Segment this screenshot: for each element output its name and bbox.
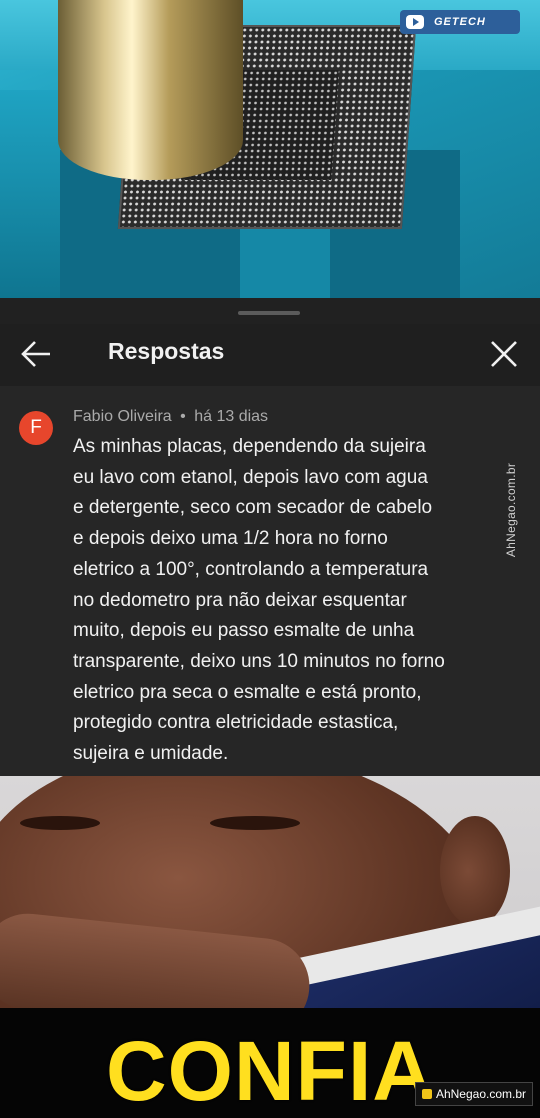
comment-line: no dedometro pra não deixar esquentar	[73, 589, 407, 611]
meme-ear	[440, 816, 510, 926]
bottom-watermark: AhNegao.com.br	[414, 1082, 533, 1106]
comment-line: eletrico pra seca o esmalte e está pront…	[73, 681, 422, 703]
close-button[interactable]	[484, 334, 524, 374]
comment-line: protegido contra eletricidade estastica,	[73, 712, 399, 734]
arrow-left-icon	[21, 341, 50, 367]
comment-line: sujeira e umidade.	[73, 743, 229, 765]
hot-air-nozzle	[58, 0, 243, 180]
back-button[interactable]	[16, 334, 56, 374]
side-watermark-text: AhNegao.com.br	[504, 462, 518, 558]
comment-time: há 13 dias	[194, 408, 269, 425]
comment: F Fabio Oliveira • há 13 dias As minhas …	[0, 386, 540, 776]
meta-separator: •	[180, 408, 186, 425]
comment-author[interactable]: Fabio Oliveira	[73, 408, 172, 425]
panel-header: Respostas	[0, 324, 540, 386]
replies-panel: Respostas F Fabio Oliveira • há 13 dias …	[0, 298, 540, 776]
comment-line: As minhas placas, dependendo da sujeira	[73, 436, 426, 457]
channel-badge-text: GETECH	[434, 16, 486, 28]
comment-meta: Fabio Oliveira • há 13 dias	[73, 408, 268, 426]
side-watermark: AhNegao.com.br	[498, 450, 524, 570]
panel-title: Respostas	[108, 338, 225, 364]
drag-handle[interactable]	[238, 311, 300, 315]
comment-text: As minhas placas, dependendo da sujeira …	[73, 432, 493, 770]
comment-line: e detergente, seco com secador de cabelo	[73, 497, 433, 519]
bottom-watermark-text: AhNegao.com.br	[435, 1087, 526, 1101]
meme-eye-right	[210, 816, 300, 830]
comment-line: eu lavo com etanol, depois lavo com agua	[73, 466, 428, 488]
video-frame: GETECH	[0, 0, 540, 298]
comment-line: muito, depois eu passo esmalte de unha	[73, 620, 415, 642]
close-icon	[491, 341, 517, 367]
youtube-icon	[406, 15, 424, 29]
meme-image: CONFIA AhNegao.com.br	[0, 776, 540, 1118]
comment-line: e depois deixo uma 1/2 hora no forno	[73, 528, 388, 550]
avatar[interactable]: F	[19, 411, 53, 445]
meme-eye-left	[20, 816, 100, 830]
comment-line: eletrico a 100°, controlando a temperatu…	[73, 558, 429, 580]
channel-logo: GETECH	[400, 10, 520, 34]
site-logo-icon	[421, 1089, 432, 1099]
comment-line: transparente, deixo uns 10 minutos no fo…	[73, 650, 445, 672]
